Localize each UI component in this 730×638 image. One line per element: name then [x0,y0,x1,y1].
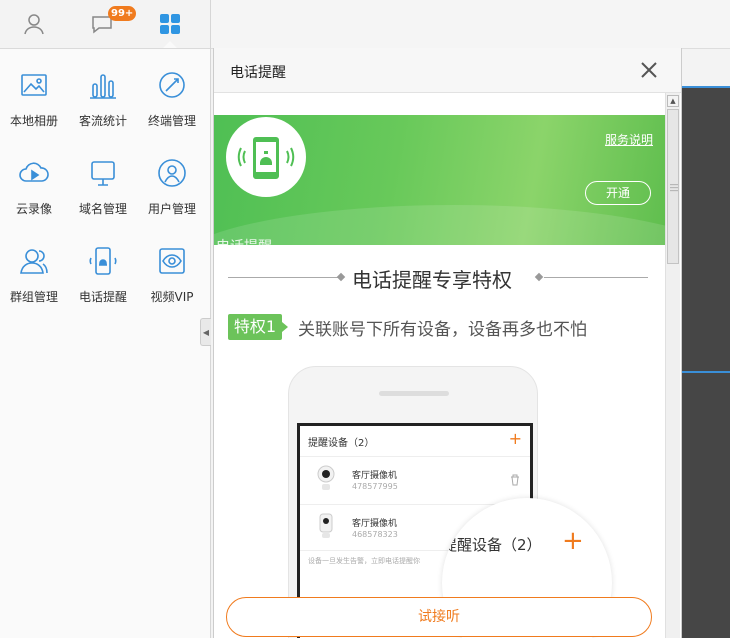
service-description-link[interactable]: 服务说明 [605,131,653,148]
divider [300,456,530,457]
group-icon [20,249,48,274]
section-heading: 电话提醒专享特权 [228,263,648,293]
scroll-up-arrow-icon[interactable]: ▲ [667,95,679,107]
app-label: 电话提醒 [78,290,127,304]
sidebar-collapse-handle[interactable]: ◀ [200,318,211,346]
dialog-header: 电话提醒 [214,48,681,93]
app-local-album[interactable]: 本地相册 [0,60,68,140]
app-label: 终端管理 [147,114,196,128]
banner-decoration [214,205,665,245]
device-id: 468578323 [352,530,398,539]
app-label: 视频VIP [150,290,194,304]
zoom-header-text: 提醒设备（2） [442,536,542,554]
activate-button[interactable]: 开通 [585,181,651,205]
app-label: 云录像 [15,202,52,216]
phone-bell-icon [89,247,117,275]
chevron-left-icon: ◀ [202,327,210,337]
app-domain-manage[interactable]: 域名管理 [69,148,137,228]
banner-logo [226,117,306,197]
bar-stats-icon [90,74,116,99]
divider [228,277,340,278]
vertical-scrollbar[interactable]: ▲ ― ― ― [665,93,680,638]
phone-speaker [379,391,449,396]
app-label: 域名管理 [78,202,127,216]
section-title: 电话提醒专享特权 [352,268,512,292]
dialog-content: 服务说明 开通 电话提醒 电话提醒专享特权 特权1 关联账号下所有设备，设备再多… [214,93,665,638]
app-group-manage[interactable]: 群组管理 [0,236,68,316]
diamond-ornament [534,272,544,282]
app-cloud-video[interactable]: 云录像 [0,148,68,228]
screen-header: 提醒设备（2） [308,438,375,449]
monitor-icon [91,161,115,186]
service-banner: 服务说明 开通 电话提醒 [214,115,665,245]
diamond-ornament [336,272,346,282]
app-traffic-stats[interactable]: 客流统计 [69,60,137,140]
camera-icon [317,465,335,490]
screen-footer-note: 设备一旦发生告警，立即电话提醒你 [308,557,420,565]
background-panel [680,86,730,638]
dialog-title: 电话提醒 [230,65,286,81]
device-id: 478577995 [352,482,398,491]
app-phone-reminder[interactable]: 电话提醒 [69,236,137,316]
accent-line [680,371,730,373]
camera-icon [319,513,333,538]
app-user-manage[interactable]: 用户管理 [138,148,206,228]
photo-album-icon [21,74,47,96]
sidebar-tabs: 99+ [0,0,210,49]
trash-icon [511,474,519,486]
device-name: 客厅摄像机 [352,471,398,481]
eye-vip-icon [159,248,185,274]
cloud-video-icon [19,162,49,182]
grip-icon: ― ― ― [670,180,678,195]
privilege-text: 关联账号下所有设备，设备再多也不怕 [298,320,587,340]
banner-watermark: 电话提醒 [216,236,272,245]
grid-icon [160,14,180,34]
scrollbar-thumb[interactable]: ― ― ― [667,109,679,264]
plus-icon: + [562,526,584,556]
app-video-vip[interactable]: 视频VIP [138,236,206,316]
app-label: 本地相册 [9,114,58,128]
user-icon [24,14,44,35]
app-label: 客流统计 [78,114,127,128]
sidebar: 99+ 本地相册 客流统计 终端管理 云录像 域名管理 用户管理 群组管理 电话… [0,0,211,638]
tab-contacts[interactable] [0,0,68,48]
app-terminal-manage[interactable]: 终端管理 [138,60,206,140]
user-manage-icon [158,159,186,187]
terminal-manage-icon [159,72,185,98]
main-toolbar-area [211,0,730,49]
app-label: 群组管理 [9,290,58,304]
close-icon[interactable] [639,60,659,80]
active-tab-indicator [163,41,177,48]
phone-bell-icon [237,137,295,179]
privilege-tag: 特权1 [228,314,288,340]
plus-icon: + [508,429,522,448]
tab-messages[interactable]: 99+ [68,0,137,48]
phone-reminder-dialog: 电话提醒 服务说明 开通 电话提醒 电话提醒专享特权 [213,48,682,638]
divider [544,277,648,278]
device-name: 客厅摄像机 [352,519,398,529]
app-label: 用户管理 [147,202,196,216]
message-count-badge: 99+ [108,6,137,21]
try-answer-button[interactable]: 试接听 [226,597,652,637]
accent-line [680,86,730,88]
